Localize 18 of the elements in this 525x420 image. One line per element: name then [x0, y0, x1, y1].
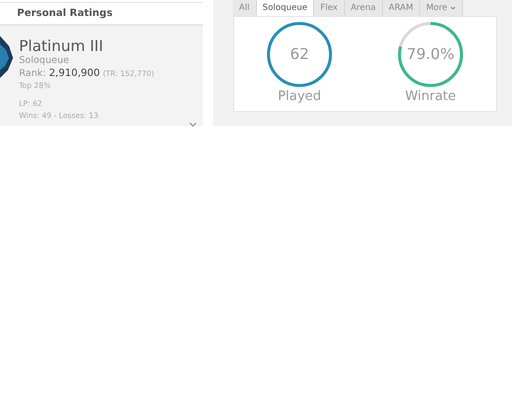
rank-value: 2,910,900 [48, 67, 100, 80]
caret-down-icon [450, 6, 456, 10]
tab[interactable]: Arena [344, 0, 383, 16]
tab[interactable]: Flex [314, 0, 345, 16]
tab[interactable]: All [233, 0, 257, 16]
stat-value: 62 [288, 44, 310, 66]
stat-value: 79.0% [406, 44, 456, 66]
tab[interactable]: ARAM [382, 0, 420, 16]
stat-label: Winrate [405, 89, 456, 105]
stat-label: Played [278, 89, 322, 105]
emblem-icon [0, 36, 13, 78]
queue-name: Soloqueue [19, 55, 70, 67]
chevron-down-icon[interactable] [189, 122, 197, 127]
tier-name: Platinum III [19, 37, 104, 55]
tab[interactable]: More [420, 0, 464, 16]
tab[interactable]: Soloqueue [256, 0, 314, 16]
rank-label: Rank: [19, 67, 46, 80]
panel-title: Personal Ratings [17, 7, 113, 21]
